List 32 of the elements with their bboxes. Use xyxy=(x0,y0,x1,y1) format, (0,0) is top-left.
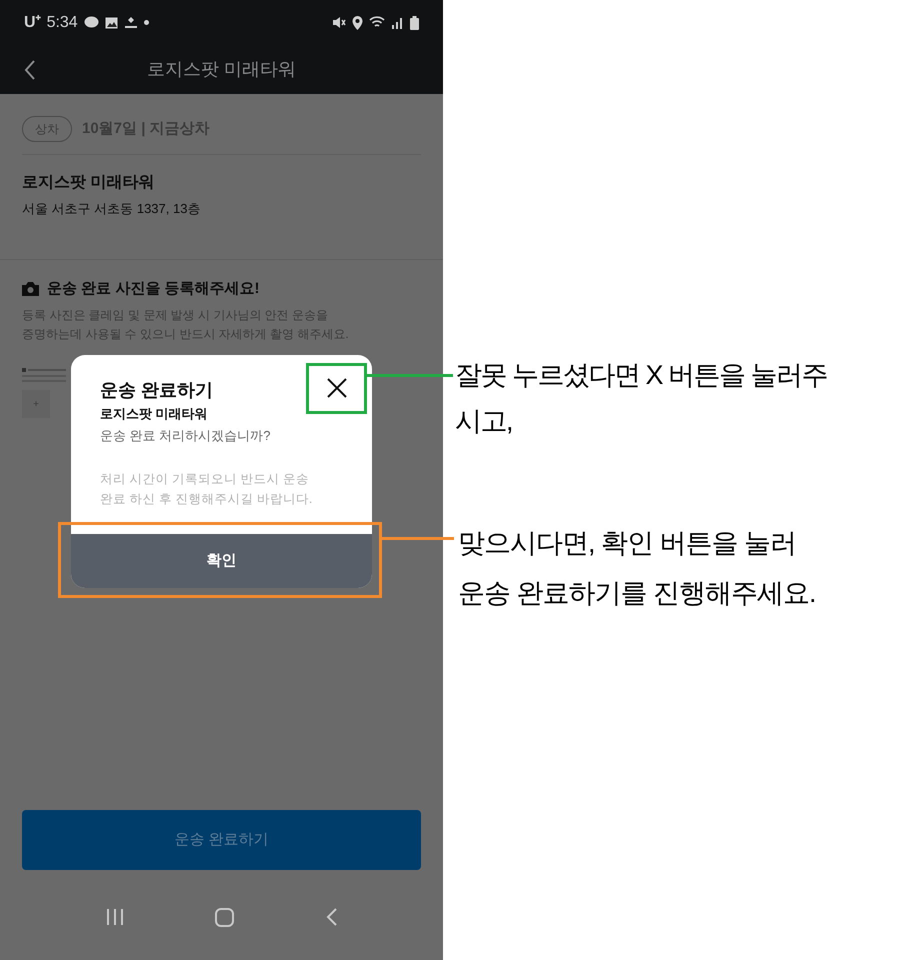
dialog-notice: 처리 시간이 기록되오니 반드시 운송 완료 하신 후 진행해주시길 바랍니다. xyxy=(100,471,314,508)
complete-delivery-button[interactable]: 운송 완료하기 xyxy=(22,810,421,870)
carrier-label: U⁺ xyxy=(24,12,41,32)
annotation-text: 맞으시다면, 확인 버튼을 눌러 운송 완료하기를 진행해주세요. xyxy=(458,527,817,610)
clock-time: 5:34 xyxy=(46,12,78,32)
mute-icon xyxy=(332,16,346,29)
page-title: 로지스팟 미래타워 xyxy=(146,58,296,81)
dialog-title: 운송 완료하기 xyxy=(100,379,214,401)
address-text: 서울 서초구 서초동 1337, 13층 xyxy=(22,200,202,218)
place-name: 로지스팟 미래타워 xyxy=(22,173,156,193)
dialog-question: 운송 완료 처리하시겠습니까? xyxy=(100,426,272,444)
annotation-text: 잘못 누르셨다면 X 버튼을 눌러주 시고, xyxy=(455,359,828,438)
confirm-button[interactable]: 확인 xyxy=(71,534,372,588)
location-pin-icon xyxy=(352,16,363,30)
recent-apps-icon[interactable] xyxy=(106,909,124,925)
image-icon xyxy=(104,16,118,28)
home-icon[interactable] xyxy=(215,908,234,926)
close-icon[interactable] xyxy=(326,377,348,399)
photo-guide-drawing xyxy=(22,368,68,384)
chat-bubble-icon xyxy=(84,16,99,29)
dialog-place: 로지스팟 미래타워 xyxy=(100,405,209,423)
section-title: 운송 완료 사진을 등록해주세요! xyxy=(47,278,260,298)
signal-icon xyxy=(391,16,404,29)
battery-icon xyxy=(410,16,419,30)
add-photo-button[interactable]: + xyxy=(22,390,50,418)
camera-icon xyxy=(22,282,39,296)
back-icon[interactable] xyxy=(326,908,338,926)
dot-icon xyxy=(144,20,149,25)
leader-line xyxy=(382,537,454,540)
download-icon xyxy=(124,16,138,29)
wifi-icon xyxy=(369,16,385,29)
back-icon[interactable] xyxy=(24,60,36,80)
